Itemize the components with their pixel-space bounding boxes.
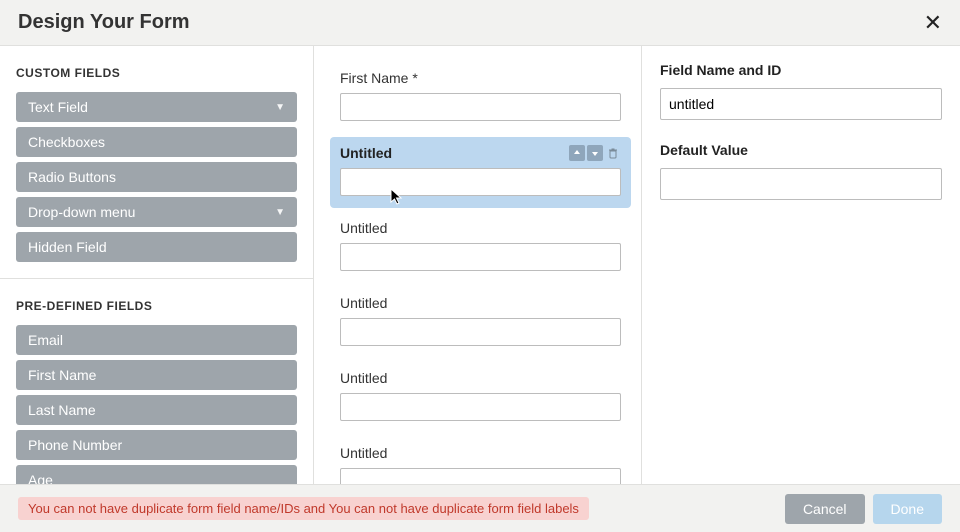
form-field-untitled[interactable]: Untitled bbox=[330, 362, 631, 433]
error-message: You can not have duplicate form field na… bbox=[18, 497, 589, 520]
predefined-field-age[interactable]: Age bbox=[16, 465, 297, 484]
sidebar-left: CUSTOM FIELDS Text Field ▼ Checkboxes Ra… bbox=[0, 46, 314, 484]
field-name-id-label: Field Name and ID bbox=[660, 62, 942, 78]
field-label: Phone Number bbox=[28, 437, 122, 453]
main-content: CUSTOM FIELDS Text Field ▼ Checkboxes Ra… bbox=[0, 46, 960, 484]
predefined-field-first-name[interactable]: First Name bbox=[16, 360, 297, 390]
trash-icon bbox=[607, 147, 619, 159]
form-field-first-name[interactable]: First Name * bbox=[330, 62, 631, 133]
close-button[interactable]: ✕ bbox=[924, 12, 942, 34]
form-field-input[interactable] bbox=[340, 168, 621, 196]
dialog-footer: You can not have duplicate form field na… bbox=[0, 484, 960, 532]
form-field-input[interactable] bbox=[340, 318, 621, 346]
field-action-toolbar bbox=[569, 145, 621, 161]
dialog-header: Design Your Form ✕ bbox=[0, 0, 960, 46]
field-label: Last Name bbox=[28, 402, 96, 418]
done-button[interactable]: Done bbox=[873, 494, 942, 524]
cancel-button[interactable]: Cancel bbox=[785, 494, 865, 524]
field-label: Text Field bbox=[28, 99, 88, 115]
field-label: Checkboxes bbox=[28, 134, 105, 150]
custom-field-text-field[interactable]: Text Field ▼ bbox=[16, 92, 297, 122]
default-value-input[interactable] bbox=[660, 168, 942, 200]
chevron-down-icon: ▼ bbox=[275, 207, 285, 218]
field-label: First Name bbox=[28, 367, 96, 383]
custom-field-radio-buttons[interactable]: Radio Buttons bbox=[16, 162, 297, 192]
chevron-down-icon: ▼ bbox=[275, 102, 285, 113]
sidebar-right: Field Name and ID Default Value bbox=[642, 46, 960, 484]
default-value-label: Default Value bbox=[660, 142, 942, 158]
form-field-untitled[interactable]: Untitled bbox=[330, 287, 631, 358]
form-field-label: Untitled bbox=[340, 445, 621, 461]
field-label: Age bbox=[28, 472, 53, 484]
field-label: Radio Buttons bbox=[28, 169, 116, 185]
form-field-input[interactable] bbox=[340, 468, 621, 484]
arrow-up-icon bbox=[572, 148, 582, 158]
predefined-field-last-name[interactable]: Last Name bbox=[16, 395, 297, 425]
predefined-field-phone-number[interactable]: Phone Number bbox=[16, 430, 297, 460]
predefined-fields-heading: PRE-DEFINED FIELDS bbox=[16, 299, 297, 313]
field-name-id-input[interactable] bbox=[660, 88, 942, 120]
field-label: Hidden Field bbox=[28, 239, 107, 255]
move-up-button[interactable] bbox=[569, 145, 585, 161]
custom-field-hidden-field[interactable]: Hidden Field bbox=[16, 232, 297, 262]
form-field-untitled-selected[interactable]: Untitled bbox=[330, 137, 631, 208]
form-field-label: Untitled bbox=[340, 295, 621, 311]
form-field-input[interactable] bbox=[340, 93, 621, 121]
move-down-button[interactable] bbox=[587, 145, 603, 161]
predefined-field-email[interactable]: Email bbox=[16, 325, 297, 355]
form-field-label: First Name * bbox=[340, 70, 621, 86]
field-label: Email bbox=[28, 332, 63, 348]
page-title: Design Your Form bbox=[18, 11, 190, 34]
section-divider bbox=[0, 278, 313, 279]
close-icon: ✕ bbox=[924, 10, 942, 35]
delete-field-button[interactable] bbox=[605, 145, 621, 161]
footer-buttons: Cancel Done bbox=[785, 494, 942, 524]
form-field-label: Untitled bbox=[340, 220, 621, 236]
form-field-untitled[interactable]: Untitled bbox=[330, 212, 631, 283]
form-field-input[interactable] bbox=[340, 393, 621, 421]
form-field-label: Untitled bbox=[340, 370, 621, 386]
arrow-down-icon bbox=[590, 148, 600, 158]
custom-field-checkboxes[interactable]: Checkboxes bbox=[16, 127, 297, 157]
form-field-untitled[interactable]: Untitled bbox=[330, 437, 631, 484]
form-canvas[interactable]: First Name * Untitled Untit bbox=[314, 46, 642, 484]
custom-field-dropdown-menu[interactable]: Drop-down menu ▼ bbox=[16, 197, 297, 227]
field-label: Drop-down menu bbox=[28, 204, 135, 220]
form-field-input[interactable] bbox=[340, 243, 621, 271]
custom-fields-heading: CUSTOM FIELDS bbox=[16, 66, 297, 80]
